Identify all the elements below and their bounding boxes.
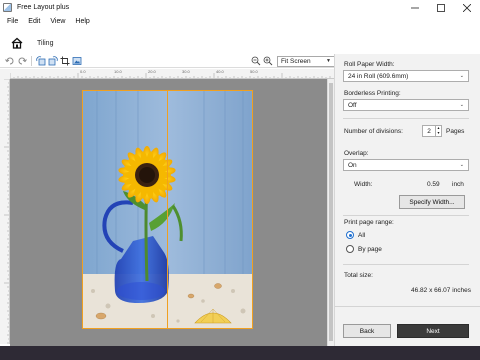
divider [343,215,469,216]
ruler-label: 10.0 [114,69,122,74]
overlap-label: Overlap: [344,150,369,157]
preview-canvas [10,79,327,346]
zoom-in-icon [263,56,273,66]
title-bar: Free Layout plus [0,0,480,15]
divider [343,118,469,119]
divider [343,264,469,265]
width-unit: inch [452,181,464,188]
maximize-icon [437,3,445,12]
menu-bar: File Edit View Help [0,15,95,28]
ruler-label: 20.0 [148,69,156,74]
borderless-printing-select[interactable]: Off ⌄ [343,99,469,111]
borderless-printing-label: Borderless Printing: [344,90,401,97]
chevron-down-icon: ⌄ [459,102,464,108]
print-page-range-label: Print page range: [344,219,394,226]
width-label: Width: [354,181,373,188]
toolbar-separator [31,55,32,66]
zoom-select[interactable]: Fit Screen ▼ [277,55,335,67]
toolbar: Fit Screen ▼ [0,54,335,68]
menu-file[interactable]: File [0,18,23,25]
ruler-corner [0,69,10,79]
redo-button[interactable] [16,55,28,67]
overlap-value: On [348,161,357,169]
minimize-icon [411,7,419,8]
roll-paper-width-select[interactable]: 24 in Roll (609.6mm) ⌄ [343,70,469,82]
divisions-stepper[interactable]: 2 ▲ ▼ [422,125,442,137]
divider [335,306,480,307]
range-all-label: All [358,231,366,239]
horizontal-ruler-ticks [10,73,331,78]
settings-panel: Roll Paper Width: 24 in Roll (609.6mm) ⌄… [334,54,480,346]
next-button[interactable]: Next [397,324,469,338]
home-icon [11,37,23,49]
crop-icon [60,56,70,65]
chevron-down-icon: ⌄ [459,162,464,168]
rotate-right-icon [48,55,58,65]
fit-image-button[interactable] [71,55,83,67]
roll-paper-width-value: 24 in Roll (609.6mm) [348,72,409,80]
rotate-left-icon [36,55,46,65]
range-all-option[interactable]: All [346,231,365,239]
range-all-radio[interactable] [346,231,354,239]
menu-edit[interactable]: Edit [23,18,45,25]
divisions-value: 2 [427,127,431,135]
minimize-button[interactable] [402,0,428,15]
zoom-controls: Fit Screen ▼ [250,55,335,67]
chevron-down-icon: ▼ [326,58,331,64]
undo-button[interactable] [4,55,16,67]
maximize-button[interactable] [428,0,454,15]
crop-button[interactable] [59,55,71,67]
ruler-label: 40.0 [216,69,224,74]
ruler-label: 0.0 [80,69,86,74]
rotate-left-button[interactable] [35,55,47,67]
undo-icon [5,57,14,64]
menu-view[interactable]: View [45,18,70,25]
page-preview[interactable] [82,90,253,329]
zoom-out-icon [251,56,261,66]
taskbar-strip [0,346,480,360]
overlap-select[interactable]: On ⌄ [343,159,469,171]
mode-label: Tiling [37,39,54,47]
range-by-page-radio[interactable] [346,245,354,253]
close-icon [463,3,471,12]
home-button[interactable] [9,36,25,50]
mode-bar: Tiling [0,33,480,53]
divisions-label: Number of divisions: [344,128,403,135]
zoom-out-button[interactable] [250,55,262,67]
vertical-ruler-ticks [4,79,9,344]
rotate-right-button[interactable] [47,55,59,67]
ruler-label: 30.0 [182,69,190,74]
close-button[interactable] [454,0,480,15]
scrollbar-thumb[interactable] [329,83,333,341]
borderless-printing-value: Off [348,101,357,109]
specify-width-button[interactable]: Specify Width... [399,195,465,209]
sunflower-photo [83,91,252,328]
zoom-in-button[interactable] [262,55,274,67]
fit-image-icon [72,56,82,65]
range-by-page-label: By page [358,245,382,253]
vertical-scrollbar[interactable] [327,79,334,346]
back-button[interactable]: Back [343,324,391,338]
app-icon [3,3,12,12]
chevron-down-icon: ⌄ [459,73,464,79]
ruler-label: 50.0 [250,69,258,74]
vertical-ruler [0,79,10,344]
redo-icon [18,57,27,64]
divisions-unit: Pages [446,128,465,135]
app-window: Free Layout plus File Edit View Help Til… [0,0,480,346]
total-size-value: 46.82 x 66.07 inches [411,287,471,294]
width-value: 0.59 [427,181,440,188]
horizontal-ruler: 0.0 10.0 20.0 30.0 40.0 50.0 [10,69,334,79]
window-title: Free Layout plus [17,4,70,11]
total-size-label: Total size: [344,272,373,279]
range-by-page-option[interactable]: By page [346,245,382,253]
stepper-down-icon[interactable]: ▼ [436,131,441,136]
window-controls [402,0,480,15]
zoom-value: Fit Screen [281,57,311,65]
menu-help[interactable]: Help [70,18,94,25]
roll-paper-width-label: Roll Paper Width: [344,61,395,68]
stepper-buttons[interactable]: ▲ ▼ [435,126,441,136]
